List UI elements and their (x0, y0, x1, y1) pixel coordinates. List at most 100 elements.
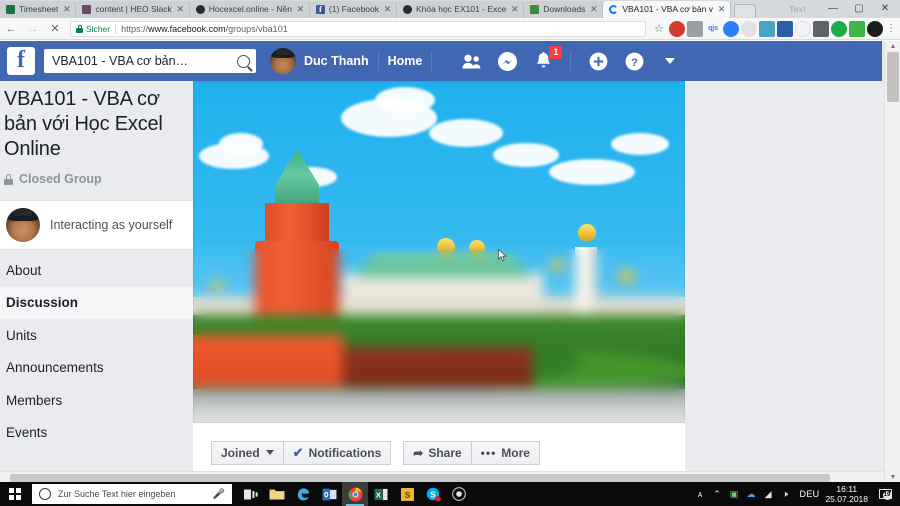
volume-muted-icon[interactable]: 🕨 (777, 489, 794, 500)
wifi-icon[interactable]: ◢ (760, 489, 777, 500)
interacting-as-label: Interacting as yourself (50, 218, 172, 232)
recorder-icon[interactable] (446, 482, 472, 506)
adblock-icon[interactable] (669, 21, 685, 37)
messenger-icon[interactable] (495, 49, 519, 73)
task-view-icon[interactable] (238, 482, 264, 506)
green-square-icon[interactable] (849, 21, 865, 37)
tab-close-icon[interactable]: ✕ (62, 5, 71, 14)
tab-close-icon[interactable]: ✕ (296, 5, 305, 14)
sidebar-item-label: About (6, 263, 41, 278)
minimize-button[interactable]: — (820, 0, 846, 18)
share-button[interactable]: ➦ Share (403, 441, 471, 465)
search-icon[interactable] (237, 55, 250, 68)
language-indicator[interactable]: DEU (800, 489, 820, 499)
scroll-up-arrow-icon[interactable]: ▲ (885, 41, 900, 52)
window-controls: Text — ▢ ✕ (789, 0, 900, 18)
interacting-as-card[interactable]: Interacting as yourself (0, 200, 193, 250)
green-circle-icon[interactable] (831, 21, 847, 37)
windows-taskbar: Zur Suche Text hier eingeben 🎤 X (0, 482, 900, 506)
tab-close-icon[interactable]: ✕ (510, 5, 519, 14)
browser-tab-active[interactable]: VBA101 - VBA cơ bản v ✕ (603, 1, 731, 18)
cortana-icon[interactable] (39, 488, 51, 500)
show-hidden-icons-icon[interactable]: ⌃ (709, 489, 726, 500)
vertical-scrollbar-thumb[interactable] (887, 52, 899, 102)
camera-icon[interactable] (813, 21, 829, 37)
group-nav-list: About Discussion Units Announcements Mem… (0, 254, 193, 449)
system-tray: ᴀ ⌃ ▣ ☁ ◢ 🕨 DEU 16:11 25.07.2018 19 (692, 482, 900, 506)
teal-square-icon[interactable] (759, 21, 775, 37)
browser-tab[interactable]: Timesheet ✕ (0, 1, 76, 18)
grey-circle-icon[interactable] (741, 21, 757, 37)
qjs-icon[interactable]: qjs (705, 21, 721, 37)
tab-close-icon[interactable]: ✕ (176, 5, 185, 14)
edge-icon[interactable] (290, 482, 316, 506)
create-icon[interactable] (586, 49, 610, 73)
sidebar-item-events[interactable]: Events (0, 417, 193, 450)
join-notify-group: Joined ✔ Notifications (211, 441, 391, 465)
browser-tab[interactable]: content | HEO Slack ✕ (76, 1, 189, 18)
taskbar-clock[interactable]: 16:11 25.07.2018 (825, 484, 868, 504)
tab-close-icon[interactable]: ✕ (589, 5, 598, 14)
horizontal-scrollbar-thumb[interactable] (10, 474, 830, 482)
avatar[interactable] (270, 48, 296, 74)
black-circle-icon[interactable] (867, 21, 883, 37)
more-label: More (501, 446, 530, 460)
new-tab-button[interactable] (734, 4, 756, 17)
sidebar-item-units[interactable]: Units (0, 319, 193, 352)
sidebar-item-discussion[interactable]: Discussion (0, 287, 193, 320)
group-cover-photo[interactable] (193, 81, 685, 423)
blue-grid-icon[interactable] (777, 21, 793, 37)
sidebar-item-members[interactable]: Members (0, 384, 193, 417)
sidebar-item-about[interactable]: About (0, 254, 193, 287)
search-value: VBA101 - VBA cơ bản… (52, 54, 231, 68)
microphone-icon[interactable]: 🎤 (213, 489, 225, 500)
action-center-button[interactable]: 19 (874, 482, 896, 506)
notifications-button[interactable]: ✔ Notifications (284, 441, 392, 465)
back-button[interactable]: ← (0, 23, 22, 35)
outlook-icon[interactable] (316, 482, 342, 506)
browser-tab[interactable]: Downloads ✕ (524, 1, 603, 18)
stop-button[interactable]: ✕ (44, 22, 66, 35)
sublime-icon[interactable]: S (394, 482, 420, 506)
onedrive-icon[interactable]: ☁ (743, 489, 760, 500)
chrome-menu-icon[interactable]: ⋮ (884, 23, 898, 34)
lastpass-icon[interactable] (687, 21, 703, 37)
forward-button[interactable]: → (22, 23, 44, 35)
home-link[interactable]: Home (388, 54, 423, 68)
facebook-logo-icon[interactable]: f (7, 47, 35, 75)
blue-dot-icon[interactable] (723, 21, 739, 37)
browser-tab[interactable]: f (1) Facebook ✕ (310, 1, 397, 18)
user-name-link[interactable]: Duc Thanh (304, 54, 369, 68)
browser-tab[interactable]: Khóa học EX101 - Exce ✕ (397, 1, 524, 18)
help-icon[interactable]: ? (622, 49, 646, 73)
share-arrow-icon: ➦ (413, 446, 423, 460)
navbar-divider (570, 51, 571, 71)
close-button[interactable]: ✕ (872, 0, 898, 18)
taskbar-search-input[interactable]: Zur Suche Text hier eingeben 🎤 (32, 484, 232, 504)
joined-button[interactable]: Joined (211, 441, 284, 465)
file-explorer-icon[interactable] (264, 482, 290, 506)
tab-close-icon[interactable]: ✕ (717, 5, 726, 14)
browser-tab[interactable]: Hocexcel.online - Nền ✕ (190, 1, 310, 18)
excel-icon[interactable]: X (368, 482, 394, 506)
start-button[interactable] (0, 482, 30, 506)
friend-requests-icon[interactable] (459, 49, 483, 73)
skype-icon[interactable]: S (420, 482, 446, 506)
bookmark-star-icon[interactable]: ☆ (651, 21, 667, 37)
notifications-icon[interactable]: 1 (531, 49, 555, 73)
tab-title: VBA101 - VBA cơ bản v (622, 1, 713, 18)
facebook-search-input[interactable]: VBA101 - VBA cơ bản… (44, 49, 256, 73)
sidebar-item-announcements[interactable]: Announcements (0, 352, 193, 385)
chrome-icon[interactable] (342, 482, 368, 506)
accessibility-icon[interactable]: ᴀ (692, 489, 709, 499)
screenshot-icon[interactable]: ▣ (726, 489, 743, 500)
maximize-button[interactable]: ▢ (846, 0, 872, 18)
tab-title: Khóa học EX101 - Exce (416, 1, 506, 18)
more-button[interactable]: ••• More (472, 441, 540, 465)
group-privacy-label: Closed Group (19, 172, 102, 186)
vertical-scrollbar[interactable]: ▲ ▼ (884, 41, 900, 483)
account-menu-caret-icon[interactable] (658, 49, 682, 73)
empty-circle-icon[interactable] (795, 21, 811, 37)
address-bar[interactable]: Sicher https://www.facebook.com/groups/v… (70, 21, 646, 37)
tab-close-icon[interactable]: ✕ (383, 5, 392, 14)
